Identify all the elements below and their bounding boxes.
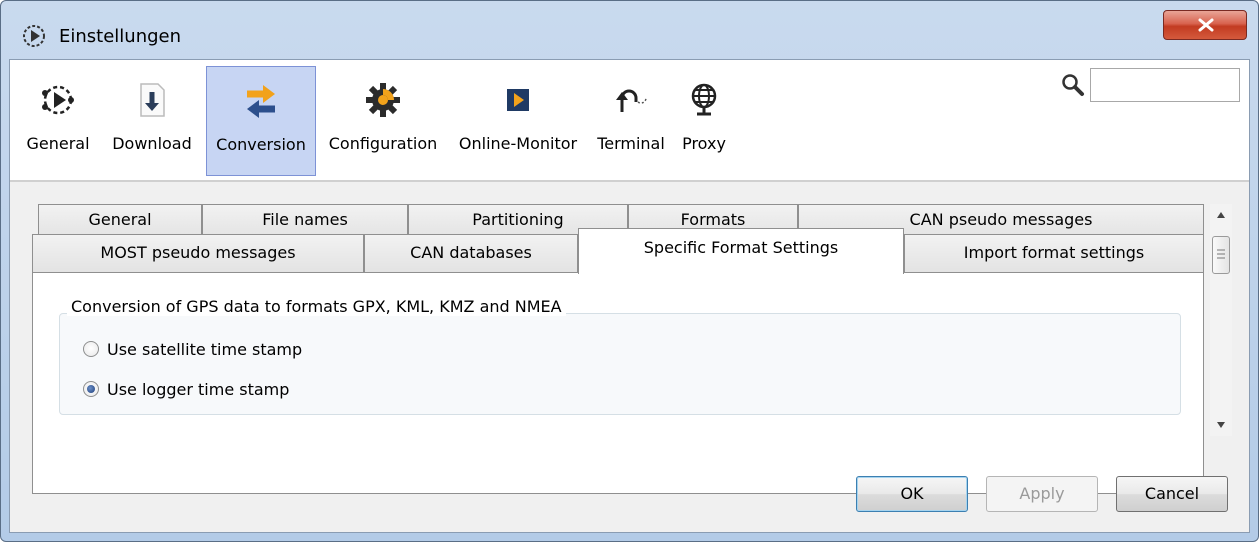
play-icon [507,89,529,111]
terminal-arrow-icon [616,89,647,112]
radio-button[interactable] [83,381,99,397]
toolbar-divider [10,180,1249,182]
dialog-body: General Download Conversion Configuratio… [9,59,1250,533]
tab-most-pseudo-messages[interactable]: MOST pseudo messages [32,234,364,272]
radio-logger-time-stamp[interactable]: Use logger time stamp [83,377,289,401]
tab-file-names[interactable]: File names [202,204,408,238]
gear-icon [366,83,400,117]
tab-panel: Conversion of GPS data to formats GPX, K… [32,272,1204,494]
radio-satellite-time-stamp[interactable]: Use satellite time stamp [83,337,302,361]
network-gear-icon [42,85,74,115]
category-toolbar: General Download Conversion Configuratio… [10,60,1249,180]
toolbar-item-general[interactable]: General [16,66,100,176]
scroll-up-arrow-icon[interactable] [1210,204,1232,226]
ok-button[interactable]: OK [856,476,968,512]
tab-general[interactable]: General [38,204,202,238]
toolbar-item-configuration[interactable]: Configuration [320,66,446,176]
title-bar: Einstellungen [1,1,1258,59]
group-title: Conversion of GPS data to formats GPX, K… [67,297,566,316]
toolbar-label: Online-Monitor [458,134,578,153]
toolbar-item-terminal[interactable]: Terminal [592,66,670,176]
search-icon [1062,74,1084,96]
radio-button[interactable] [83,341,99,357]
toolbar-label: Configuration [328,134,438,153]
toolbar-item-online-monitor[interactable]: Online-Monitor [450,66,586,176]
convert-arrows-icon [247,85,275,118]
app-icon [23,25,45,47]
vertical-scrollbar[interactable] [1210,204,1232,436]
scroll-down-arrow-icon[interactable] [1210,414,1232,436]
window-title: Einstellungen [59,26,182,47]
toolbar-label: Download [112,134,192,153]
search-input[interactable] [1090,68,1240,102]
toolbar-item-proxy[interactable]: Proxy [674,66,734,176]
cancel-button[interactable]: Cancel [1116,476,1228,512]
tab-can-databases[interactable]: CAN databases [364,234,578,272]
toolbar-item-conversion[interactable]: Conversion [206,66,316,176]
radio-label: Use logger time stamp [107,379,290,399]
grip-icon [1217,249,1225,259]
close-icon [1198,18,1214,32]
tab-specific-format-settings[interactable]: Specific Format Settings [578,228,904,274]
toolbar-label: Conversion [216,135,306,154]
scroll-thumb[interactable] [1212,236,1230,274]
globe-monitor-icon [691,83,717,116]
apply-button[interactable]: Apply [986,476,1098,512]
tab-import-format-settings[interactable]: Import format settings [904,234,1204,272]
settings-window: Einstellungen General Download Conversio… [0,0,1259,542]
close-button[interactable] [1163,10,1247,40]
toolbar-label: Terminal [597,134,665,153]
settings-tabs: General File names Partitioning Formats … [32,204,1212,494]
download-icon [140,83,165,117]
toolbar-label: Proxy [682,134,726,153]
toolbar-item-download[interactable]: Download [102,66,202,176]
toolbar-label: General [26,134,90,153]
radio-label: Use satellite time stamp [107,339,303,359]
